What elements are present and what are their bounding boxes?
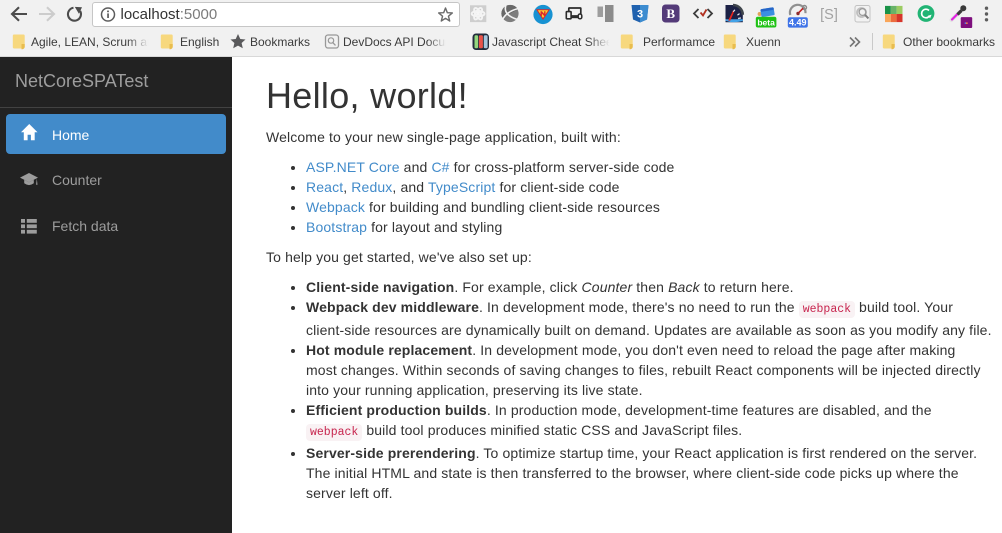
svg-text:4.49: 4.49 bbox=[789, 18, 807, 28]
svg-text:3: 3 bbox=[637, 9, 643, 21]
svg-text:B: B bbox=[666, 6, 675, 21]
svg-text:beta: beta bbox=[757, 17, 775, 27]
svg-text:[S]: [S] bbox=[820, 7, 838, 23]
